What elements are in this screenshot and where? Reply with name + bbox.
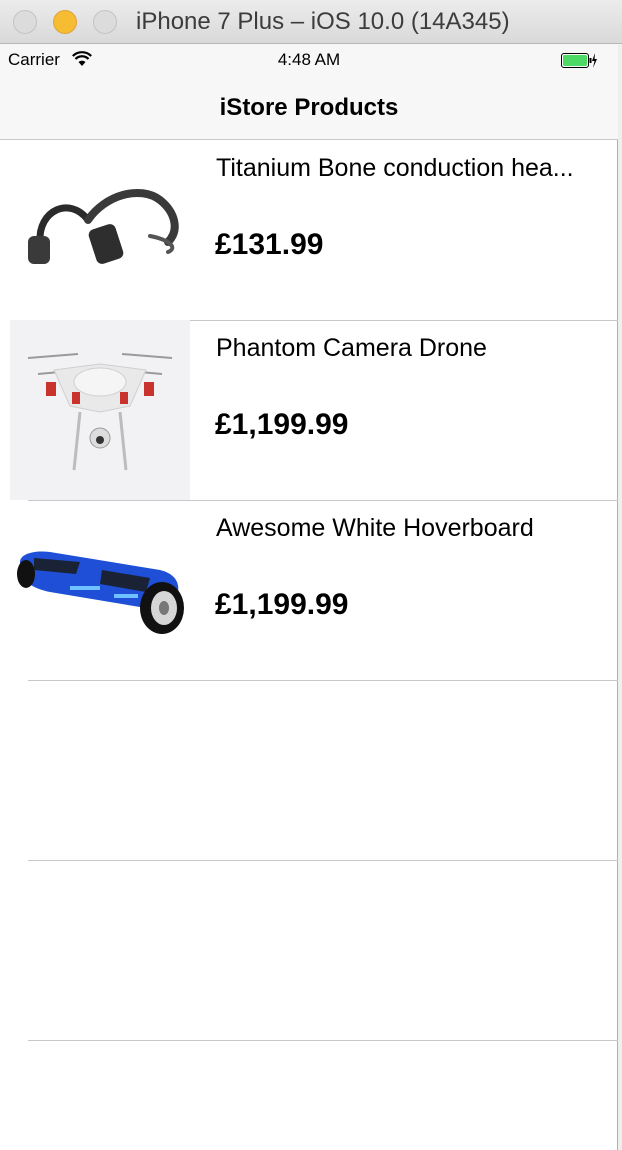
- window-title: iPhone 7 Plus – iOS 10.0 (14A345): [136, 8, 510, 35]
- product-row[interactable]: Titanium Bone conduction hea... £131.99: [0, 140, 618, 320]
- hoverboard-image: [10, 500, 190, 680]
- product-row[interactable]: Awesome White Hoverboard £1,199.99: [0, 500, 618, 680]
- zoom-window-button[interactable]: [93, 10, 117, 34]
- product-row[interactable]: Phantom Camera Drone £1,199.99: [0, 320, 618, 500]
- close-window-button[interactable]: [13, 10, 37, 34]
- product-name: Phantom Camera Drone: [216, 334, 487, 362]
- ios-screen: Carrier 4:48 AM iStore Products Titanium…: [0, 44, 618, 1150]
- row-separator: [28, 860, 618, 861]
- battery-charging-icon: [561, 53, 597, 68]
- status-time: 4:48 AM: [277, 50, 341, 69]
- status-bar: Carrier 4:48 AM: [0, 44, 618, 74]
- row-separator: [28, 680, 618, 681]
- product-name: Titanium Bone conduction hea...: [216, 154, 574, 182]
- product-price: £1,199.99: [215, 588, 349, 621]
- navigation-bar: iStore Products: [0, 74, 618, 140]
- product-price: £1,199.99: [215, 408, 349, 441]
- simulator-title-bar: iPhone 7 Plus – iOS 10.0 (14A345): [0, 0, 622, 44]
- window-edge: [618, 44, 622, 1150]
- product-name: Awesome White Hoverboard: [216, 514, 534, 542]
- drone-image: [10, 320, 190, 500]
- row-separator: [28, 1040, 618, 1041]
- product-table[interactable]: Titanium Bone conduction hea... £131.99: [0, 140, 618, 1041]
- product-price: £131.99: [215, 228, 324, 261]
- headphones-image: [10, 140, 190, 320]
- minimize-window-button[interactable]: [53, 10, 77, 34]
- page-title: iStore Products: [219, 94, 399, 121]
